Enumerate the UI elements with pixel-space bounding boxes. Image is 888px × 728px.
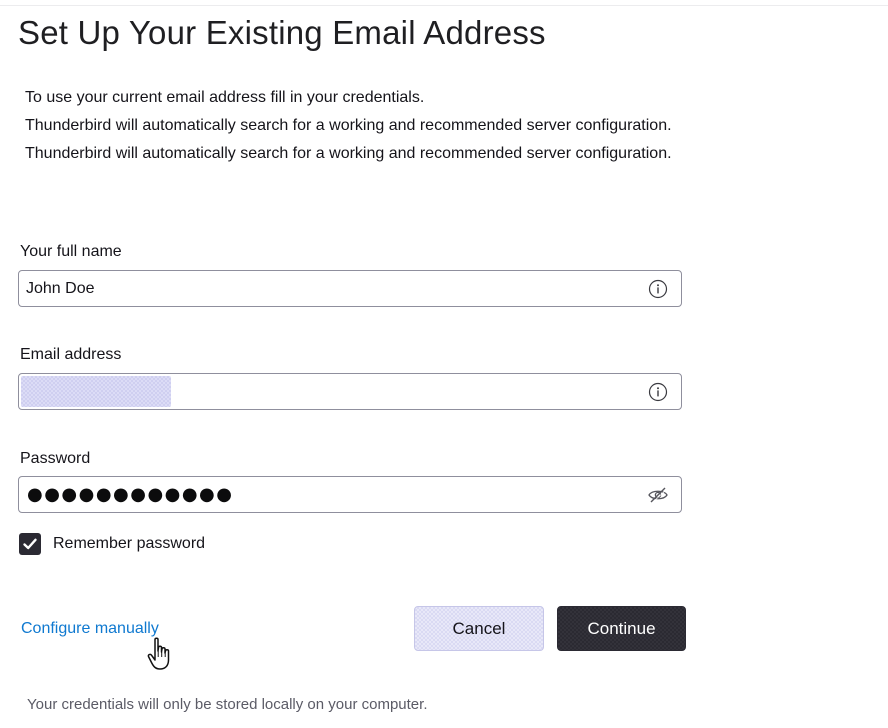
remember-password-checkbox[interactable] [19,533,41,555]
eye-slash-icon[interactable] [647,486,669,504]
remember-password-label: Remember password [53,535,206,552]
continue-button[interactable]: Continue [557,606,686,651]
configure-manually-link[interactable]: Configure manually [21,620,159,638]
cancel-button[interactable]: Cancel [414,606,544,651]
intro-line: Thunderbird will automatically search fo… [25,117,672,134]
intro-text: To use your current email address fill i… [25,84,672,168]
info-icon[interactable] [648,279,668,299]
password-label: Password [20,450,91,467]
full-name-field[interactable] [18,270,682,307]
hand-pointer-icon [147,637,170,670]
password-field[interactable]: ●●●●●●●●●●●● [18,476,682,513]
email-label: Email address [20,346,122,363]
email-field[interactable] [18,373,682,410]
info-icon[interactable] [648,382,668,402]
intro-line: To use your current email address fill i… [25,89,425,106]
email-input[interactable] [19,374,626,409]
top-divider [0,0,888,6]
checkmark-icon [23,538,37,550]
password-input[interactable]: ●●●●●●●●●●●● [27,484,233,505]
account-setup-page: Set Up Your Existing Email Address To us… [0,0,888,728]
remember-password-row[interactable]: Remember password [19,531,205,557]
intro-line: Thunderbird will automatically search fo… [25,145,672,162]
page-title: Set Up Your Existing Email Address [18,14,546,51]
full-name-label: Your full name [20,243,122,260]
full-name-input[interactable] [19,271,626,306]
footer-note: Your credentials will only be stored loc… [27,696,428,713]
